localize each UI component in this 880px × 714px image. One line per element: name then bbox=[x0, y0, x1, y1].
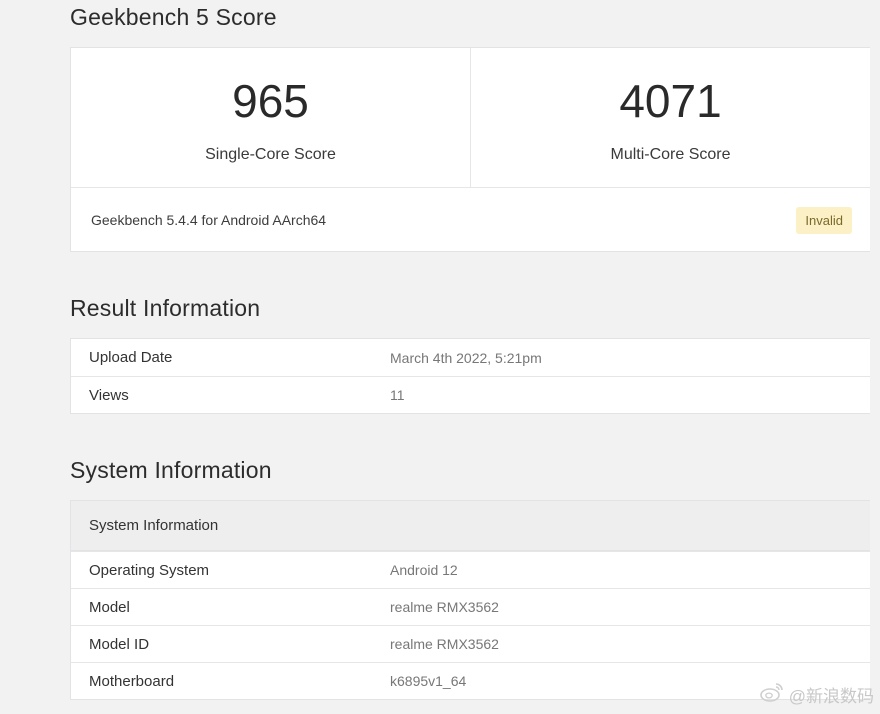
watermark: @新浪数码 bbox=[759, 681, 874, 708]
table-row: Model realme RMX3562 bbox=[71, 588, 870, 625]
status-badge: Invalid bbox=[796, 206, 852, 234]
result-info-table: Upload Date March 4th 2022, 5:21pm Views… bbox=[70, 338, 870, 414]
result-section-title: Result Information bbox=[70, 295, 261, 321]
score-row: 965 Single-Core Score 4071 Multi-Core Sc… bbox=[71, 48, 870, 188]
system-info-header: System Information bbox=[71, 501, 870, 551]
single-core-value: 965 bbox=[232, 75, 309, 127]
model-value: realme RMX3562 bbox=[390, 599, 499, 615]
table-row: Model ID realme RMX3562 bbox=[71, 625, 870, 662]
multi-core-value: 4071 bbox=[619, 75, 722, 127]
score-footer: Geekbench 5.4.4 for Android AArch64 Inva… bbox=[71, 188, 870, 252]
score-card: 965 Single-Core Score 4071 Multi-Core Sc… bbox=[70, 47, 870, 252]
score-section-title: Geekbench 5 Score bbox=[70, 4, 277, 30]
os-key: Operating System bbox=[89, 561, 210, 579]
views-key: Views bbox=[89, 386, 129, 404]
table-row: Operating System Android 12 bbox=[71, 551, 870, 588]
views-value: 11 bbox=[390, 387, 405, 403]
watermark-text: @新浪数码 bbox=[788, 687, 874, 706]
single-core-cell: 965 Single-Core Score bbox=[71, 48, 470, 187]
os-value: Android 12 bbox=[390, 562, 458, 578]
table-row: Motherboard k6895v1_64 bbox=[71, 662, 870, 699]
upload-date-key: Upload Date bbox=[89, 349, 173, 366]
table-row: Views 11 bbox=[71, 376, 870, 413]
upload-date-value: March 4th 2022, 5:21pm bbox=[390, 349, 542, 366]
model-id-value: realme RMX3562 bbox=[390, 636, 499, 652]
weibo-icon bbox=[759, 681, 785, 708]
motherboard-value: k6895v1_64 bbox=[390, 673, 467, 689]
single-core-label: Single-Core Score bbox=[205, 146, 336, 163]
geekbench-version: Geekbench 5.4.4 for Android AArch64 bbox=[91, 212, 327, 228]
model-id-key: Model ID bbox=[89, 635, 150, 653]
table-row: Upload Date March 4th 2022, 5:21pm bbox=[71, 339, 870, 376]
multi-core-cell: 4071 Multi-Core Score bbox=[470, 48, 870, 187]
system-section-title: System Information bbox=[70, 457, 272, 483]
system-info-table: System Information Operating System Andr… bbox=[70, 500, 870, 700]
motherboard-key: Motherboard bbox=[89, 672, 175, 690]
multi-core-label: Multi-Core Score bbox=[610, 146, 731, 163]
model-key: Model bbox=[89, 598, 130, 616]
